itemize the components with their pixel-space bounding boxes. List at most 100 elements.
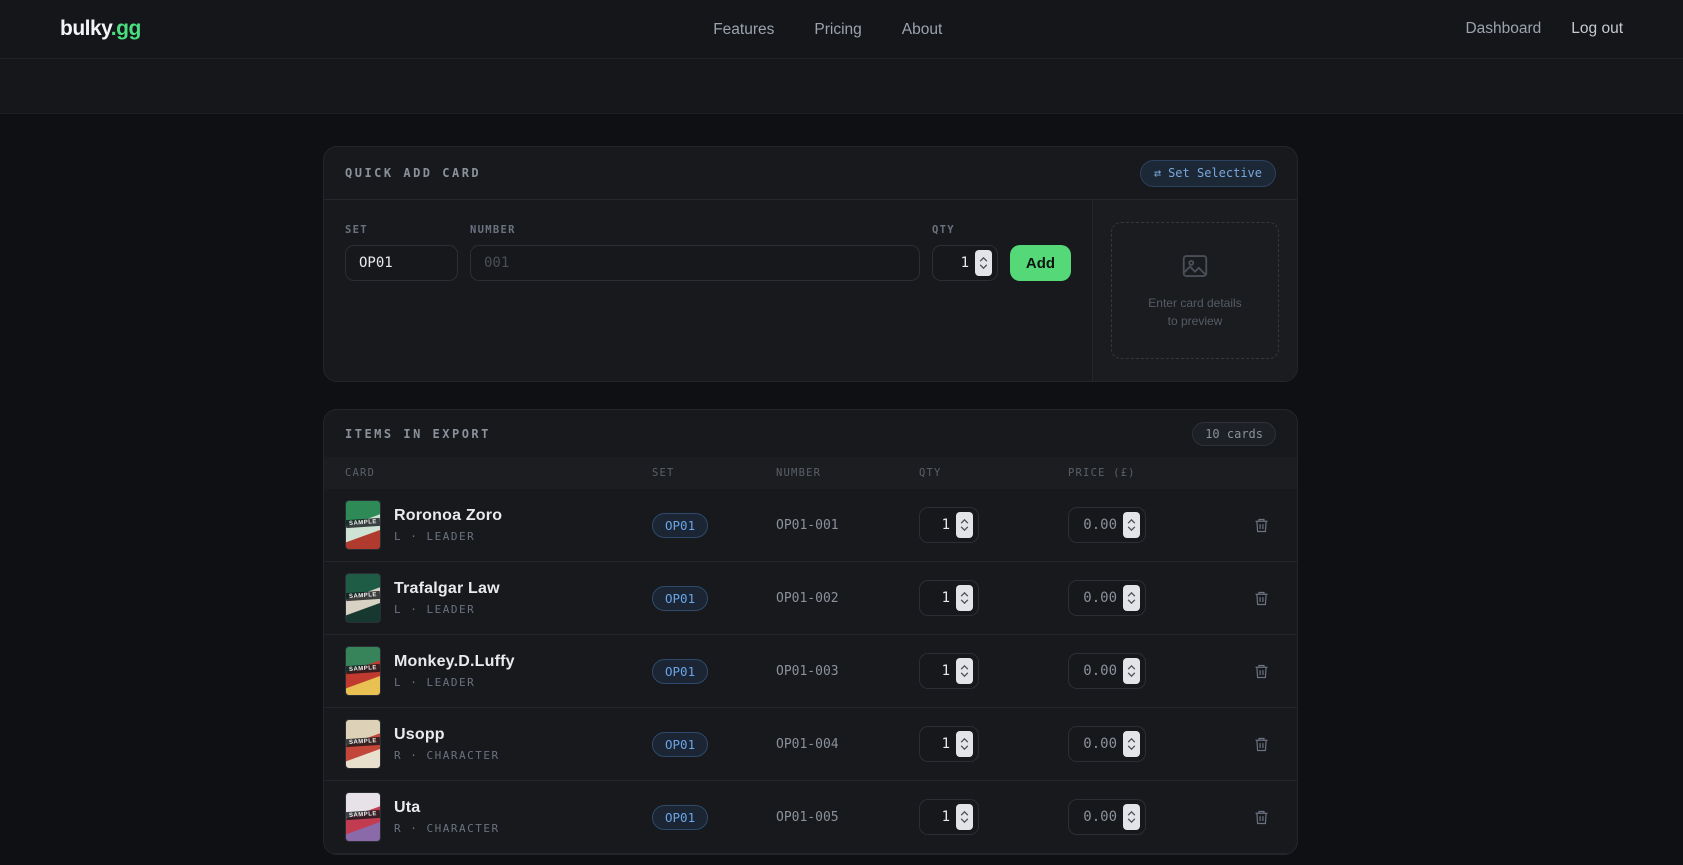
col-header-price: PRICE (£)	[1068, 467, 1136, 479]
set-badge: OP01	[652, 585, 709, 611]
col-header-set: SET	[652, 467, 675, 479]
chevron-down-icon	[960, 745, 969, 750]
delete-row-button[interactable]	[1246, 583, 1276, 613]
col-header-card: CARD	[345, 467, 376, 479]
brand-logo[interactable]: bulky.gg	[60, 17, 141, 41]
stepper-buttons[interactable]	[1123, 585, 1140, 611]
set-badge: OP01	[652, 512, 709, 538]
table-row: SAMPLE Trafalgar Law L · LEADER OP01 OP0…	[324, 562, 1297, 635]
row-price-stepper[interactable]: 0.00	[1068, 507, 1146, 543]
quick-add-panel: QUICK ADD CARD ⇄ Set Selective SET NUMBE…	[323, 146, 1298, 382]
card-name: Uta	[394, 799, 421, 816]
qty-stepper[interactable]: 1	[932, 245, 998, 281]
main-content: QUICK ADD CARD ⇄ Set Selective SET NUMBE…	[0, 114, 1683, 855]
swap-arrows-icon: ⇄	[1153, 166, 1162, 180]
row-price-stepper[interactable]: 0.00	[1068, 653, 1146, 689]
row-price-stepper[interactable]: 0.00	[1068, 799, 1146, 835]
stepper-buttons[interactable]	[975, 250, 992, 276]
set-field-group: SET	[345, 224, 458, 281]
export-header: ITEMS IN EXPORT 10 cards	[324, 410, 1297, 457]
set-badge: OP01	[652, 731, 709, 757]
hero-strip	[0, 59, 1683, 114]
chevron-down-icon	[1127, 526, 1136, 531]
row-qty-stepper[interactable]: 1	[919, 726, 979, 762]
nav-link-pricing[interactable]: Pricing	[814, 21, 861, 39]
card-number: OP01-005	[776, 809, 839, 825]
row-qty-stepper[interactable]: 1	[919, 580, 979, 616]
chevron-up-icon	[979, 257, 988, 262]
chevron-down-icon	[960, 599, 969, 604]
delete-row-button[interactable]	[1246, 729, 1276, 759]
export-title: ITEMS IN EXPORT	[345, 426, 491, 441]
table-row: SAMPLE Usopp R · CHARACTER OP01 OP01-004…	[324, 708, 1297, 781]
card-subtitle: R · CHARACTER	[394, 749, 500, 762]
set-badge: OP01	[652, 804, 709, 830]
number-field-group: NUMBER	[470, 224, 920, 281]
row-qty-stepper[interactable]: 1	[919, 799, 979, 835]
chevron-up-icon	[960, 665, 969, 670]
chevron-down-icon	[1127, 745, 1136, 750]
image-icon	[1182, 255, 1208, 277]
chevron-up-icon	[960, 519, 969, 524]
chevron-down-icon	[1127, 818, 1136, 823]
card-subtitle: L · LEADER	[394, 603, 476, 616]
chevron-up-icon	[1127, 738, 1136, 743]
items-in-export-panel: ITEMS IN EXPORT 10 cards CARD SET NUMBER…	[323, 409, 1298, 855]
card-number: OP01-002	[776, 590, 839, 606]
qty-field-label: QTY	[932, 224, 955, 236]
stepper-buttons[interactable]	[956, 731, 973, 757]
chevron-up-icon	[1127, 665, 1136, 670]
chevron-up-icon	[960, 811, 969, 816]
chevron-up-icon	[1127, 592, 1136, 597]
stepper-buttons[interactable]	[956, 512, 973, 538]
delete-row-button[interactable]	[1246, 510, 1276, 540]
stepper-buttons[interactable]	[956, 585, 973, 611]
chevron-up-icon	[960, 738, 969, 743]
card-number: OP01-004	[776, 736, 839, 752]
nav-link-features[interactable]: Features	[713, 21, 774, 39]
stepper-buttons[interactable]	[956, 658, 973, 684]
set-input[interactable]	[345, 245, 458, 281]
table-row: SAMPLE Uta R · CHARACTER OP01 OP01-005 1	[324, 781, 1297, 854]
add-button[interactable]: Add	[1010, 245, 1071, 281]
sample-watermark: SAMPLE	[346, 590, 380, 601]
sample-watermark: SAMPLE	[346, 809, 380, 820]
card-name: Monkey.D.Luffy	[394, 653, 515, 670]
nav-link-dashboard[interactable]: Dashboard	[1465, 20, 1541, 38]
stepper-buttons[interactable]	[956, 804, 973, 830]
set-selective-label: Set Selective	[1168, 166, 1262, 180]
card-preview-area: Enter card details to preview	[1092, 200, 1297, 381]
card-cell: SAMPLE Trafalgar Law L · LEADER	[345, 573, 652, 623]
col-header-number: NUMBER	[776, 467, 822, 479]
logout-button[interactable]: Log out	[1571, 20, 1623, 38]
stepper-buttons[interactable]	[1123, 512, 1140, 538]
delete-row-button[interactable]	[1246, 656, 1276, 686]
chevron-up-icon	[1127, 519, 1136, 524]
quick-add-title: QUICK ADD CARD	[345, 166, 482, 180]
row-qty-stepper[interactable]: 1	[919, 653, 979, 689]
row-price-stepper[interactable]: 0.00	[1068, 726, 1146, 762]
card-name: Trafalgar Law	[394, 580, 500, 597]
number-field-label: NUMBER	[470, 224, 516, 236]
chevron-down-icon	[960, 526, 969, 531]
chevron-down-icon	[1127, 599, 1136, 604]
stepper-buttons[interactable]	[1123, 804, 1140, 830]
card-thumbnail: SAMPLE	[345, 646, 381, 696]
row-price-stepper[interactable]: 0.00	[1068, 580, 1146, 616]
nav-right: Dashboard Log out	[1465, 20, 1623, 38]
nav-link-about[interactable]: About	[902, 21, 943, 39]
card-subtitle: L · LEADER	[394, 530, 476, 543]
stepper-buttons[interactable]	[1123, 658, 1140, 684]
card-number: OP01-001	[776, 517, 839, 533]
number-input[interactable]	[470, 245, 920, 281]
card-cell: SAMPLE Monkey.D.Luffy L · LEADER	[345, 646, 652, 696]
row-qty-stepper[interactable]: 1	[919, 507, 979, 543]
brand-name: bulky	[60, 17, 111, 40]
card-cell: SAMPLE Roronoa Zoro L · LEADER	[345, 500, 652, 550]
table-row: SAMPLE Monkey.D.Luffy L · LEADER OP01 OP…	[324, 635, 1297, 708]
set-selective-button[interactable]: ⇄ Set Selective	[1139, 159, 1276, 187]
card-thumbnail: SAMPLE	[345, 719, 381, 769]
stepper-buttons[interactable]	[1123, 731, 1140, 757]
delete-row-button[interactable]	[1246, 802, 1276, 832]
card-name: Usopp	[394, 726, 445, 743]
